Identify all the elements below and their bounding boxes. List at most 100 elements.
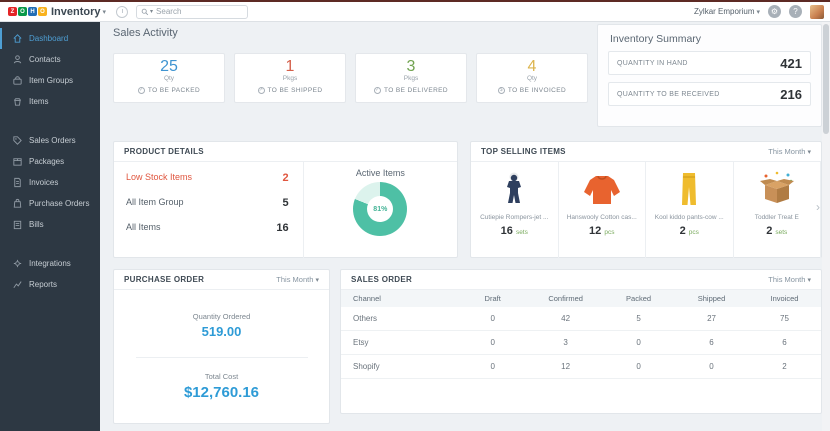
items-icon (12, 96, 23, 107)
total-cost-label: Total Cost (114, 372, 329, 381)
top-item-2[interactable]: Hanswooly Cotton cas... 12 pcs (559, 162, 647, 258)
row-label: QUANTITY IN HAND (617, 60, 688, 67)
card-status-label: TO BE PACKED (148, 87, 200, 94)
chart-icon (12, 279, 23, 290)
recent-activities-icon[interactable] (116, 6, 128, 18)
sidebar-item-reports[interactable]: Reports (0, 274, 100, 295)
sidebar-nav: Dashboard Contacts Item Groups Items Sal… (0, 22, 100, 431)
top-selling-title: TOP SELLING ITEMS (481, 147, 566, 156)
sales-activity-cards: 25 Qty ✓ TO BE PACKED 1 Pkgs ↗ TO BE SHI… (113, 53, 590, 103)
scrollbar-thumb[interactable] (823, 24, 829, 134)
sidebar-item-items[interactable]: Items (0, 91, 100, 112)
home-icon (12, 33, 23, 44)
low-stock-items-link[interactable]: Low Stock Items 2 (126, 172, 289, 184)
app-name[interactable]: Inventory (51, 6, 101, 18)
cell: 0 (456, 314, 529, 323)
sidebar-item-label: Contacts (29, 55, 61, 64)
quantity-ordered-value[interactable]: 519.00 (114, 324, 329, 339)
item-name: Kool kiddo pants-cow ... (646, 214, 733, 221)
purchase-order-period-dropdown[interactable]: This Month ▾ (276, 275, 319, 284)
sidebar-item-label: Bills (29, 220, 44, 229)
purchase-order-title: PURCHASE ORDER (124, 275, 204, 284)
logo-letter: O (38, 7, 47, 16)
chevron-down-icon: ▾ (807, 277, 811, 284)
table-row: Etsy 0 3 0 6 6 (341, 331, 821, 355)
item-qty: 12 (589, 225, 601, 237)
cell: 0 (675, 362, 748, 371)
search-box[interactable]: ▾ (136, 5, 248, 19)
help-icon[interactable]: ? (789, 5, 802, 18)
sidebar-item-packages[interactable]: Packages (0, 151, 100, 172)
sidebar-item-purchase-orders[interactable]: Purchase Orders (0, 193, 100, 214)
packed-status-icon: ✓ (138, 87, 145, 94)
chevron-down-icon: ▾ (807, 149, 811, 156)
sales-order-title: SALES ORDER (351, 275, 412, 284)
app-switcher-caret-icon[interactable]: ▾ (103, 8, 107, 16)
sidebar-item-item-groups[interactable]: Item Groups (0, 70, 100, 91)
top-selling-period-dropdown[interactable]: This Month ▾ (768, 147, 811, 156)
card-status-label: TO BE DELIVERED (384, 87, 448, 94)
item-name: Toddler Treat E (734, 214, 821, 221)
logo-letter: Z (8, 7, 17, 16)
card-to-be-shipped[interactable]: 1 Pkgs ↗ TO BE SHIPPED (234, 53, 346, 103)
sales-order-period-dropdown[interactable]: This Month ▾ (768, 275, 811, 284)
all-item-group-link[interactable]: All Item Group 5 (126, 197, 289, 209)
item-name: Hanswooly Cotton cas... (559, 214, 646, 221)
product-details-title: PRODUCT DETAILS (124, 147, 204, 156)
carousel-next-icon[interactable]: › (816, 200, 820, 214)
channel-cell: Others (341, 314, 456, 323)
sidebar-item-integrations[interactable]: Integrations (0, 253, 100, 274)
cell: 0 (602, 338, 675, 347)
sidebar-item-label: Sales Orders (29, 136, 76, 145)
card-to-be-invoiced[interactable]: 4 Qty $ TO BE INVOICED (476, 53, 588, 103)
box-product-image (734, 168, 821, 210)
sidebar-item-dashboard[interactable]: Dashboard (0, 28, 100, 49)
col-header: Shipped (675, 294, 748, 303)
active-items-percent: 81% (373, 206, 387, 213)
cell: 75 (748, 314, 821, 323)
pants-product-image (646, 168, 733, 210)
sidebar-item-label: Item Groups (29, 76, 73, 85)
tag-icon (12, 135, 23, 146)
row-label: All Item Group (126, 197, 184, 209)
romper-product-image (471, 168, 558, 210)
zoho-logo[interactable]: Z O H O (8, 7, 47, 16)
col-header: Draft (456, 294, 529, 303)
invoiced-status-icon: $ (498, 87, 505, 94)
search-input[interactable] (156, 7, 236, 16)
search-scope-caret-icon[interactable]: ▾ (150, 8, 153, 15)
org-name[interactable]: Zylkar Emporium (694, 7, 754, 16)
total-cost-value[interactable]: $12,760.16 (114, 384, 329, 401)
settings-gear-icon[interactable]: ⚙ (768, 5, 781, 18)
card-unit: Pkgs (356, 75, 466, 82)
row-label: QUANTITY TO BE RECEIVED (617, 91, 720, 98)
col-header: Packed (602, 294, 675, 303)
top-item-4[interactable]: Toddler Treat E 2 sets (734, 162, 822, 258)
top-item-1[interactable]: Cutiepie Rompers-jet ... 16 sets (471, 162, 559, 258)
delivered-status-icon: ✓ (374, 87, 381, 94)
sidebar-item-invoices[interactable]: Invoices (0, 172, 100, 193)
cell: 0 (456, 362, 529, 371)
user-avatar[interactable] (810, 5, 824, 19)
card-status-label: TO BE SHIPPED (268, 87, 323, 94)
sidebar-item-sales-orders[interactable]: Sales Orders (0, 130, 100, 151)
card-to-be-packed[interactable]: 25 Qty ✓ TO BE PACKED (113, 53, 225, 103)
card-to-be-delivered[interactable]: 3 Pkgs ✓ TO BE DELIVERED (355, 53, 467, 103)
all-items-link[interactable]: All Items 16 (126, 222, 289, 234)
sidebar-item-contacts[interactable]: Contacts (0, 49, 100, 70)
item-qty: 2 (766, 225, 772, 237)
sidebar-item-bills[interactable]: Bills (0, 214, 100, 235)
logo-letter: H (28, 7, 37, 16)
org-caret-icon[interactable]: ▾ (756, 8, 760, 16)
cell: 12 (529, 362, 602, 371)
chevron-down-icon: ▾ (315, 277, 319, 284)
active-items-donut: 81% (353, 182, 407, 236)
document-icon (12, 177, 23, 188)
integrations-icon (12, 258, 23, 269)
search-icon (141, 8, 149, 16)
channel-cell: Shopify (341, 362, 456, 371)
row-value: 216 (780, 87, 802, 102)
item-unit: sets (775, 229, 787, 236)
card-unit: Pkgs (235, 75, 345, 82)
top-item-3[interactable]: Kool kiddo pants-cow ... 2 pcs (646, 162, 734, 258)
